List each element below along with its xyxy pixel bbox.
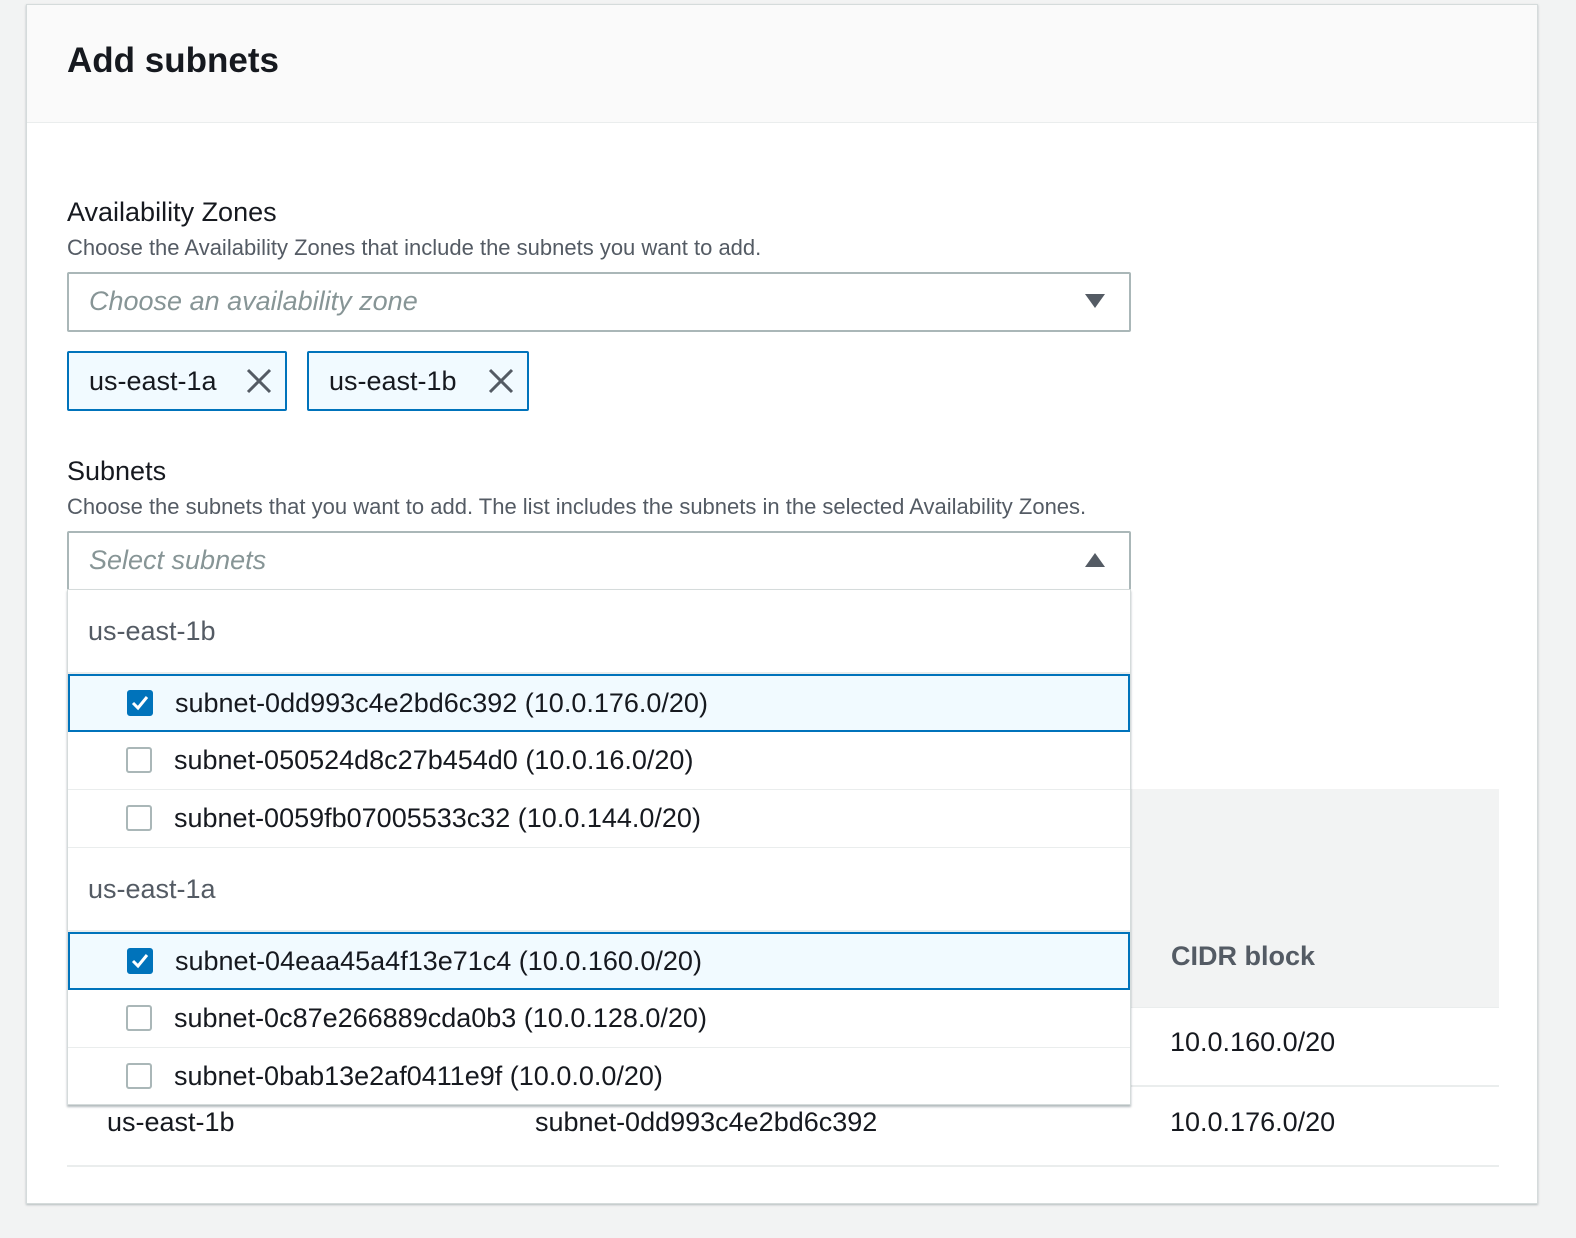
subnet-option[interactable]: subnet-04eaa45a4f13e71c4 (10.0.160.0/20) — [68, 932, 1130, 990]
availability-zones-label: Availability Zones — [67, 197, 277, 227]
option-label: subnet-0c87e266889cda0b3 (10.0.128.0/20) — [174, 1003, 707, 1033]
option-label: subnet-0dd993c4e2bd6c392 (10.0.176.0/20) — [175, 688, 708, 718]
cell-subnet: subnet-0dd993c4e2bd6c392 — [535, 1107, 878, 1137]
close-icon[interactable] — [487, 367, 515, 395]
group-label: us-east-1a — [88, 874, 216, 904]
checkmark-icon — [131, 954, 149, 969]
subnet-option[interactable]: subnet-050524d8c27b454d0 (10.0.16.0/20) — [68, 732, 1130, 790]
option-label: subnet-0059fb07005533c32 (10.0.144.0/20) — [174, 803, 701, 833]
dropdown-group-header: us-east-1a — [68, 848, 1130, 932]
subnets-select[interactable]: Select subnets — [67, 531, 1131, 591]
subnets-dropdown: us-east-1b subnet-0dd993c4e2bd6c392 (10.… — [67, 589, 1131, 1105]
checkbox[interactable] — [126, 1005, 152, 1031]
token-us-east-1a: us-east-1a — [67, 351, 287, 411]
dropdown-group-header: us-east-1b — [68, 590, 1130, 674]
panel-header: Add subnets — [27, 5, 1537, 123]
option-label: subnet-050524d8c27b454d0 (10.0.16.0/20) — [174, 745, 694, 775]
subnet-option[interactable]: subnet-0059fb07005533c32 (10.0.144.0/20) — [68, 790, 1130, 848]
availability-zones-description: Choose the Availability Zones that inclu… — [67, 235, 762, 260]
caret-down-icon — [1085, 294, 1105, 308]
column-header-cidr: CIDR block — [1171, 941, 1316, 971]
token-us-east-1b: us-east-1b — [307, 351, 529, 411]
checkbox[interactable] — [126, 747, 152, 773]
checkbox[interactable] — [126, 805, 152, 831]
subnet-option[interactable]: subnet-0c87e266889cda0b3 (10.0.128.0/20) — [68, 990, 1130, 1048]
option-label: subnet-04eaa45a4f13e71c4 (10.0.160.0/20) — [175, 946, 702, 976]
subnet-option[interactable]: subnet-0bab13e2af0411e9f (10.0.0.0/20) — [68, 1048, 1130, 1106]
subnets-label: Subnets — [67, 456, 167, 486]
option-label: subnet-0bab13e2af0411e9f (10.0.0.0/20) — [174, 1061, 663, 1091]
cell-cidr: 10.0.176.0/20 — [1170, 1107, 1336, 1137]
availability-zone-placeholder: Choose an availability zone — [89, 286, 418, 316]
checkbox[interactable] — [127, 690, 153, 716]
checkmark-icon — [131, 696, 149, 711]
panel-title: Add subnets — [67, 41, 279, 80]
add-subnets-panel: Add subnets Availability Zones Choose th… — [26, 4, 1538, 1204]
checkbox[interactable] — [127, 948, 153, 974]
subnets-description: Choose the subnets that you want to add.… — [67, 494, 1087, 519]
cell-cidr: 10.0.160.0/20 — [1170, 1027, 1336, 1057]
checkbox[interactable] — [126, 1063, 152, 1089]
availability-zone-select[interactable]: Choose an availability zone — [67, 272, 1131, 332]
subnets-placeholder: Select subnets — [89, 545, 267, 575]
token-label: us-east-1b — [329, 366, 457, 396]
group-label: us-east-1b — [88, 616, 216, 646]
caret-up-icon — [1085, 553, 1105, 567]
close-icon[interactable] — [245, 367, 273, 395]
subnet-option[interactable]: subnet-0dd993c4e2bd6c392 (10.0.176.0/20) — [68, 674, 1130, 732]
token-label: us-east-1a — [89, 366, 217, 396]
cell-zone: us-east-1b — [107, 1107, 235, 1137]
